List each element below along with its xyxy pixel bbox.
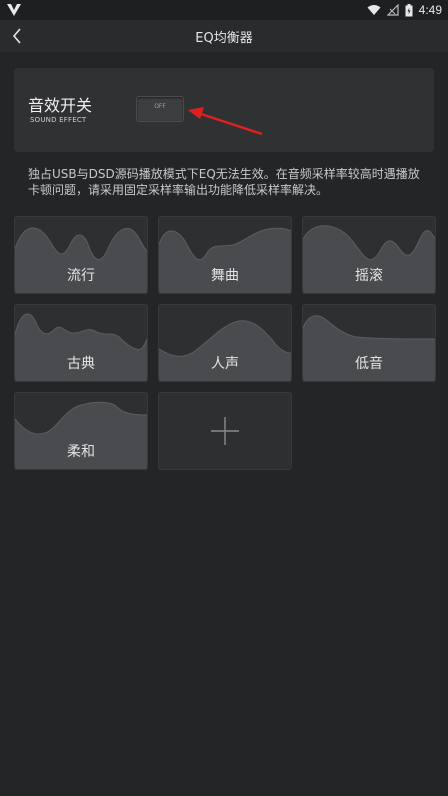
preset-rock[interactable]: 摇滚 <box>302 216 436 294</box>
notice-text: 独占USB与DSD源码播放模式下EQ无法生效。在音频采样率较高时遇播放卡顿问题，… <box>28 167 420 197</box>
preset-classical[interactable]: 古典 <box>14 304 148 382</box>
preset-soft[interactable]: 柔和 <box>14 392 148 470</box>
preset-vocal[interactable]: 人声 <box>158 304 292 382</box>
preset-pop[interactable]: 流行 <box>14 216 148 294</box>
preset-dance[interactable]: 舞曲 <box>158 216 292 294</box>
v-logo-icon <box>7 4 21 16</box>
status-time: 4:49 <box>418 3 442 17</box>
preset-label: 古典 <box>67 356 95 372</box>
toggle-state-label: OFF <box>154 103 166 110</box>
preset-label: 舞曲 <box>211 268 239 284</box>
no-signal-icon <box>386 4 399 16</box>
preset-label: 柔和 <box>67 444 95 460</box>
battery-icon <box>405 3 413 16</box>
status-bar: 4:49 <box>0 0 448 20</box>
preset-label: 人声 <box>211 356 239 372</box>
title-bar: EQ均衡器 <box>0 20 448 52</box>
preset-label: 低音 <box>355 356 383 372</box>
sound-effect-toggle[interactable]: OFF <box>136 96 184 122</box>
add-preset-button[interactable] <box>158 392 292 470</box>
wifi-icon <box>367 5 381 15</box>
preset-bass[interactable]: 低音 <box>302 304 436 382</box>
preset-label: 流行 <box>67 268 95 284</box>
annotation-arrow-icon <box>188 107 263 136</box>
sound-effect-subtitle: SOUND EFFECT <box>30 116 87 124</box>
sound-effect-title: 音效开关 <box>28 96 93 115</box>
page-title: EQ均衡器 <box>195 31 253 46</box>
plus-icon <box>211 417 239 445</box>
preset-label: 摇滚 <box>355 268 383 284</box>
